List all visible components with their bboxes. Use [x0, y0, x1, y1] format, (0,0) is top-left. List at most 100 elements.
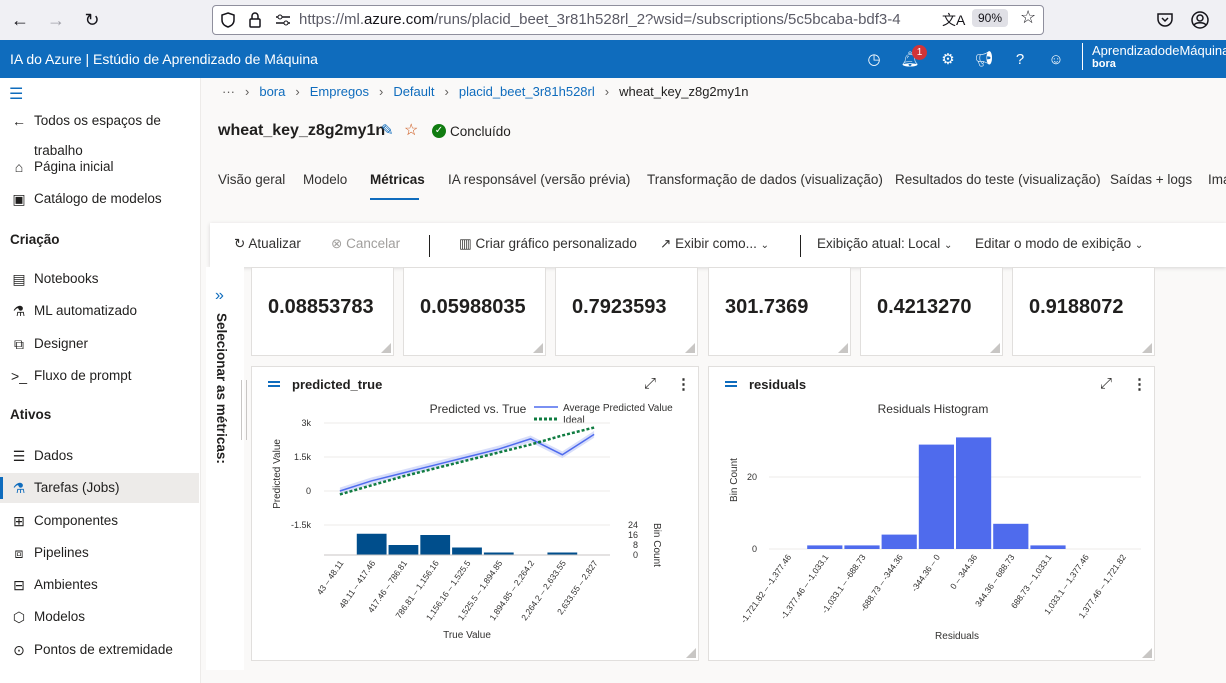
success-check-icon: ✓ — [432, 124, 446, 138]
tab-test-results[interactable]: Resultados do teste (visualização) — [895, 172, 1101, 187]
sidebar: ☰ ← Todos os espaços de trabalho ⌂ Págin… — [0, 78, 201, 683]
sidebar-item-data[interactable]: ☰ Dados — [0, 441, 199, 471]
back-arrow-icon: ← — [12, 113, 26, 129]
chart-title: Predicted vs. True — [430, 402, 527, 416]
panel-resize-handle[interactable] — [241, 380, 247, 440]
status-badge: Concluído — [450, 124, 511, 139]
resize-handle[interactable] — [381, 343, 391, 353]
breadcrumb: ··· › bora › Empregos › Default › placid_beet_3r… — [222, 84, 749, 99]
breadcrumb-more[interactable]: ··· — [222, 84, 235, 99]
legend-label: Ideal — [563, 415, 585, 426]
tab-metrics[interactable]: Métricas — [370, 172, 425, 187]
sidebar-item-environments[interactable]: ⊟ Ambientes — [0, 570, 199, 600]
expand-chevrons-icon[interactable]: » — [215, 287, 224, 305]
translate-icon[interactable]: 文A — [942, 10, 965, 30]
line-chart-icon: ↗ — [660, 236, 672, 251]
gear-icon[interactable]: ⚙ — [938, 50, 958, 70]
sidebar-item-designer[interactable]: ⧉ Designer — [0, 329, 199, 359]
home-icon: ⌂ — [14, 159, 24, 175]
create-custom-chart-button[interactable]: ▥ Criar gráfico personalizado — [459, 236, 637, 252]
chart-title: Residuals Histogram — [878, 402, 989, 416]
x-tick-label: -344.36 – 0 — [909, 552, 942, 593]
cancel-icon: ⊗ — [331, 236, 343, 251]
resize-handle[interactable] — [838, 343, 848, 353]
help-icon[interactable]: ? — [1010, 50, 1030, 70]
sidebar-back-all-workspaces[interactable]: ← Todos os espaços de trabalho — [0, 106, 199, 158]
resize-handle[interactable] — [1142, 343, 1152, 353]
sidebar-group-creation: Criação — [10, 232, 60, 247]
histogram-bar — [956, 437, 992, 549]
tab-images[interactable]: Ima — [1208, 172, 1226, 187]
resize-handle[interactable] — [533, 343, 543, 353]
breadcrumb-item[interactable]: Default — [393, 84, 434, 99]
automl-icon: ⚗ — [12, 303, 26, 319]
sidebar-item-home[interactable]: ⌂ Página inicial — [0, 152, 199, 182]
y2-axis-label: Bin Count — [651, 523, 662, 567]
sidebar-item-model-catalog[interactable]: ▣ Catálogo de modelos — [0, 184, 199, 214]
chart-add-icon: ▥ — [459, 236, 472, 251]
hamburger-menu-icon[interactable]: ☰ — [9, 84, 23, 104]
back-arrow-icon[interactable]: ← — [8, 8, 32, 32]
sidebar-item-automl[interactable]: ⚗ ML automatizado — [0, 296, 199, 326]
favorite-star-icon[interactable]: ☆ — [404, 120, 418, 140]
tab-data-transformation[interactable]: Transformação de dados (visualização) — [647, 172, 883, 187]
chart-card-residuals: residuals ⤢ ⋮ Residuals Histogram 20 0 Bin … — [708, 366, 1155, 661]
breadcrumb-item[interactable]: placid_beet_3r81h528rl — [459, 84, 595, 99]
sidebar-item-models[interactable]: ⬡ Modelos — [0, 602, 199, 632]
bin-count-bar — [388, 545, 419, 555]
tab-model[interactable]: Modelo — [303, 172, 347, 187]
metric-card: 0.4213270 — [860, 267, 1003, 356]
account-circle-icon[interactable] — [1190, 10, 1210, 30]
resize-handle[interactable] — [990, 343, 1000, 353]
smiley-icon[interactable]: ☺ — [1046, 50, 1066, 70]
app-title[interactable]: IA do Azure | Estúdio de Aprendizado de … — [10, 51, 318, 67]
lock-icon[interactable] — [248, 11, 262, 29]
url-bar[interactable]: https://ml.azure.com/runs/placid_beet_3r… — [212, 5, 1044, 35]
sidebar-item-endpoints[interactable]: ⊙ Pontos de extremidade — [0, 635, 199, 665]
models-icon: ⬡ — [12, 609, 26, 625]
toolbar-divider — [429, 235, 430, 257]
refresh-button[interactable]: ↻ Atualizar — [234, 236, 301, 252]
metric-card: 0.7923593 — [555, 267, 698, 356]
resize-handle[interactable] — [685, 343, 695, 353]
y2-tick-label: 0 — [633, 550, 638, 560]
view-as-dropdown[interactable]: ↗ Exibir como... ⌄ — [660, 236, 769, 252]
resize-handle[interactable] — [1142, 648, 1152, 658]
y-tick-label: 3k — [301, 418, 311, 428]
y-axis-label: Predicted Value — [272, 439, 283, 509]
resize-handle[interactable] — [686, 648, 696, 658]
current-view-dropdown[interactable]: Local ⌄ — [908, 236, 952, 251]
command-bar: ↻ Atualizar ⊗ Cancelar ▥ Criar gráfico p… — [210, 223, 1226, 267]
tab-responsible-ai[interactable]: IA responsável (versão prévia) — [448, 172, 630, 187]
sidebar-item-components[interactable]: ⊞ Componentes — [0, 506, 199, 536]
histogram-bar — [993, 523, 1029, 549]
cancel-button[interactable]: ⊗ Cancelar — [331, 236, 400, 252]
sidebar-item-jobs[interactable]: ⚗ Tarefas (Jobs) — [0, 473, 199, 503]
pocket-icon[interactable] — [1156, 11, 1174, 29]
metric-card: 0.9188072 — [1012, 267, 1155, 356]
reload-icon[interactable]: ↻ — [80, 8, 104, 32]
breadcrumb-current: wheat_key_z8g2my1n — [619, 84, 749, 99]
metric-selection-panel: » Selecionar as métricas: — [206, 267, 244, 670]
forward-arrow-icon[interactable]: → — [44, 8, 68, 32]
permissions-icon[interactable] — [274, 12, 292, 28]
edit-pencil-icon[interactable]: ✎ — [381, 121, 394, 139]
tab-outputs-logs[interactable]: Saídas + logs — [1110, 172, 1192, 187]
shield-icon[interactable] — [220, 12, 236, 28]
y-tick-label: 20 — [747, 472, 757, 482]
breadcrumb-item[interactable]: bora — [259, 84, 285, 99]
clock-icon[interactable]: ◷ — [864, 50, 884, 70]
sidebar-item-pipelines[interactable]: ⧈ Pipelines — [0, 538, 199, 568]
y-axis-label: Bin Count — [729, 458, 740, 502]
zoom-level[interactable]: 90% — [972, 9, 1009, 27]
edit-view-dropdown[interactable]: Editar o modo de exibição ⌄ — [975, 236, 1143, 251]
sidebar-item-prompt-flow[interactable]: >_ Fluxo de prompt — [0, 361, 199, 391]
account-switcher[interactable]: AprendizadodeMáquina bora — [1082, 43, 1226, 70]
metric-card: 301.7369 — [708, 267, 851, 356]
breadcrumb-item[interactable]: Empregos — [310, 84, 369, 99]
bookmark-star-icon[interactable]: ☆ — [1020, 7, 1036, 28]
tab-overview[interactable]: Visão geral — [218, 172, 285, 187]
sidebar-item-notebooks[interactable]: ▤ Notebooks — [0, 264, 199, 294]
feedback-megaphone-icon[interactable]: 📢︎ — [974, 50, 994, 70]
page-title: wheat_key_z8g2my1n — [218, 122, 386, 139]
